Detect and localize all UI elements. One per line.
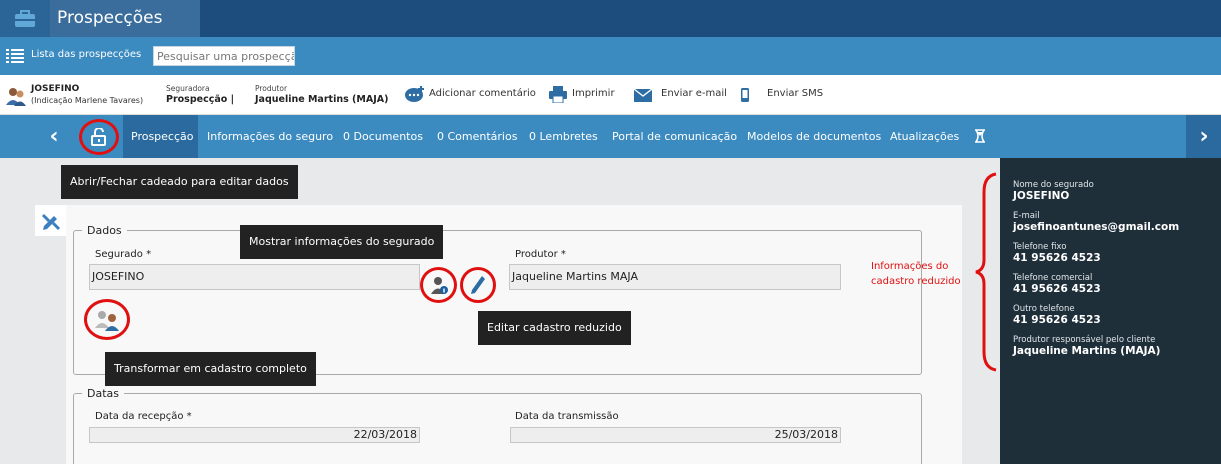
- show-insured-tooltip: Mostrar informações do segurado: [240, 225, 444, 259]
- dados-legend: Dados: [87, 224, 122, 237]
- unlock-icon: [91, 128, 106, 146]
- producer-value: Jaqueline Martins (MAJA): [255, 94, 389, 105]
- person-info-icon: [430, 277, 448, 294]
- produtor-field[interactable]: Jaqueline Martins MAJA: [509, 264, 841, 290]
- pencil-icon: [471, 276, 485, 294]
- email-label: E-mail: [1013, 211, 1040, 221]
- tel-fixo-value: 41 95626 4523: [1013, 252, 1101, 264]
- list-bar: Lista das prospecções: [0, 37, 1221, 75]
- segurado-label: Segurado *: [95, 249, 152, 260]
- show-insured-button[interactable]: [420, 267, 457, 303]
- annotation-line-2: cadastro reduzido: [871, 276, 961, 287]
- edit-reduced-button[interactable]: [460, 267, 496, 303]
- edit-tab[interactable]: [35, 205, 67, 236]
- nav-prev-arrow[interactable]: ‹: [36, 115, 72, 158]
- transform-tooltip: Transformar em cadastro completo: [105, 352, 316, 386]
- top-bar: Prospecções: [0, 0, 1221, 37]
- pencil-ruler-icon: [41, 213, 61, 230]
- insurer-value: Prospecção |: [166, 94, 235, 105]
- lock-tooltip: Abrir/Fechar cadeado para editar dados: [61, 165, 298, 199]
- tab-atualizacoes[interactable]: Atualizações: [890, 115, 959, 158]
- tab-prospeccao[interactable]: Prospecção: [123, 115, 198, 158]
- outro-telefone-value: 41 95626 4523: [1013, 314, 1101, 326]
- insured-avatar-icon: [6, 88, 26, 106]
- email-icon[interactable]: [634, 89, 652, 102]
- insured-name: JOSEFINO: [31, 84, 80, 94]
- list-icon[interactable]: [6, 49, 24, 63]
- produtor-responsavel-value: Jaqueline Martins (MAJA): [1013, 345, 1161, 357]
- datas-legend: Datas: [87, 387, 119, 400]
- hourglass-icon[interactable]: [974, 129, 986, 143]
- send-email-button[interactable]: Enviar e-mail: [661, 88, 727, 99]
- segurado-field[interactable]: JOSEFINO: [89, 264, 420, 290]
- add-comment-icon[interactable]: [404, 86, 426, 104]
- people-transfer-icon: [95, 310, 119, 331]
- annotation-brace: [975, 172, 997, 372]
- briefcase-icon[interactable]: [0, 0, 50, 37]
- tel-fixo-label: Telefone fixo: [1013, 242, 1067, 252]
- add-comment-button[interactable]: Adicionar comentário: [429, 88, 536, 99]
- nome-value: JOSEFINO: [1013, 190, 1070, 202]
- info-bar: JOSEFINO (Indicação Marlene Tavares) Seg…: [0, 75, 1221, 115]
- producer-label: Produtor: [255, 84, 288, 93]
- tab-portal-comunicacao[interactable]: Portal de comunicação: [612, 115, 737, 158]
- print-icon[interactable]: [549, 86, 567, 103]
- insurer-label: Seguradora: [166, 84, 210, 93]
- page-title: Prospecções: [57, 8, 163, 28]
- reduced-info-panel: Nome do segurado JOSEFINO E-mail josefin…: [1000, 158, 1221, 464]
- outro-telefone-label: Outro telefone: [1013, 304, 1075, 314]
- recepcao-label: Data da recepção *: [95, 411, 192, 422]
- tel-comercial-value: 41 95626 4523: [1013, 283, 1101, 295]
- recepcao-date-field[interactable]: 22/03/2018: [89, 427, 420, 443]
- nome-label: Nome do segurado: [1013, 180, 1094, 190]
- datas-group: Datas: [73, 387, 922, 464]
- list-prospections-link[interactable]: Lista das prospecções: [31, 49, 141, 60]
- annotation-text: Informações do cadastro reduzido: [871, 259, 961, 289]
- lock-button[interactable]: [79, 119, 119, 155]
- tab-informacoes-seguro[interactable]: Informações do seguro: [207, 115, 333, 158]
- edit-reduced-tooltip: Editar cadastro reduzido: [478, 311, 631, 345]
- tab-comentarios[interactable]: 0 Comentários: [437, 115, 517, 158]
- tab-modelos-documentos[interactable]: Modelos de documentos: [747, 115, 881, 158]
- email-value: josefinoantunes@gmail.com: [1013, 221, 1180, 233]
- tab-documentos[interactable]: 0 Documentos: [343, 115, 423, 158]
- transmissao-label: Data da transmissão: [515, 411, 619, 422]
- phone-icon[interactable]: [741, 88, 749, 102]
- transmissao-date-field[interactable]: 25/03/2018: [510, 427, 841, 443]
- tab-lembretes[interactable]: 0 Lembretes: [529, 115, 598, 158]
- annotation-line-1: Informações do: [871, 261, 949, 272]
- search-input[interactable]: [153, 46, 295, 66]
- print-button[interactable]: Imprimir: [572, 88, 615, 99]
- indication-text: (Indicação Marlene Tavares): [31, 96, 144, 105]
- produtor-label: Produtor *: [515, 249, 566, 260]
- produtor-responsavel-label: Produtor responsável pelo cliente: [1013, 335, 1156, 345]
- transform-complete-button[interactable]: [84, 299, 130, 340]
- tel-comercial-label: Telefone comercial: [1013, 273, 1093, 283]
- nav-bar: ‹ Prospecção Informações do seguro 0 Doc…: [0, 115, 1221, 158]
- send-sms-button[interactable]: Enviar SMS: [767, 88, 823, 99]
- nav-next-arrow[interactable]: ›: [1186, 115, 1221, 158]
